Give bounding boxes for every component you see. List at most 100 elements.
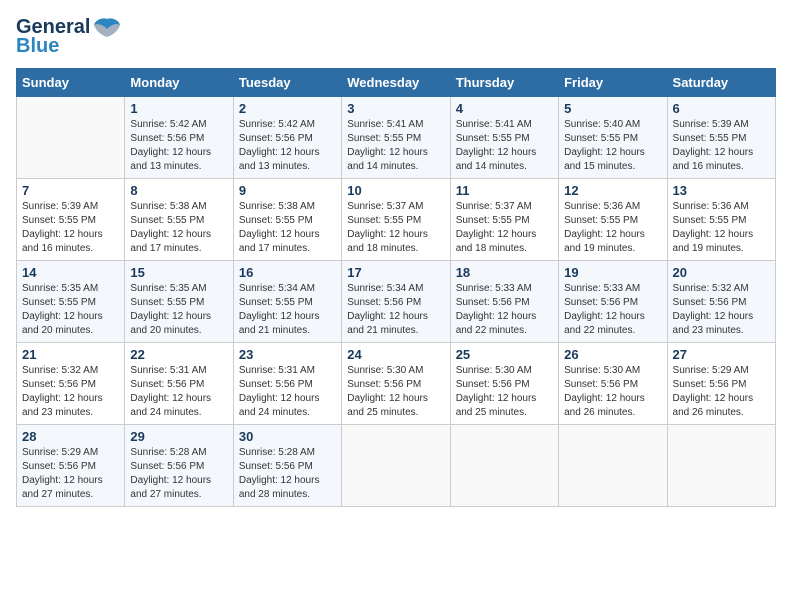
calendar-cell: 2 Sunrise: 5:42 AM Sunset: 5:56 PM Daylig… xyxy=(233,97,341,179)
week-row-1: 1 Sunrise: 5:42 AM Sunset: 5:56 PM Daylig… xyxy=(17,97,776,179)
day-number: 4 xyxy=(456,101,553,116)
calendar-cell: 20 Sunrise: 5:32 AM Sunset: 5:56 PM Dayli… xyxy=(667,261,775,343)
day-info: Sunrise: 5:32 AM Sunset: 5:56 PM Dayligh… xyxy=(673,282,770,338)
header: General Blue xyxy=(16,16,776,58)
day-number: 8 xyxy=(130,183,227,198)
calendar-cell: 7 Sunrise: 5:39 AM Sunset: 5:55 PM Daylig… xyxy=(17,179,125,261)
day-info: Sunrise: 5:39 AM Sunset: 5:55 PM Dayligh… xyxy=(22,200,119,256)
day-info: Sunrise: 5:28 AM Sunset: 5:56 PM Dayligh… xyxy=(239,446,336,502)
logo: General Blue xyxy=(16,16,121,58)
calendar-cell xyxy=(667,425,775,507)
calendar-cell: 1 Sunrise: 5:42 AM Sunset: 5:56 PM Daylig… xyxy=(125,97,233,179)
day-number: 21 xyxy=(22,347,119,362)
calendar-cell: 29 Sunrise: 5:28 AM Sunset: 5:56 PM Dayli… xyxy=(125,425,233,507)
logo-bird-icon xyxy=(93,17,121,39)
day-number: 10 xyxy=(347,183,444,198)
week-row-3: 14Sunrise: 5:35 AM Sunset: 5:55 PM Dayli… xyxy=(17,261,776,343)
day-number: 20 xyxy=(673,265,770,280)
calendar-cell: 19 Sunrise: 5:33 AM Sunset: 5:56 PM Dayli… xyxy=(559,261,667,343)
calendar-cell: 15 Sunrise: 5:35 AM Sunset: 5:55 PM Dayli… xyxy=(125,261,233,343)
week-row-5: 28Sunrise: 5:29 AM Sunset: 5:56 PM Dayli… xyxy=(17,425,776,507)
day-number: 2 xyxy=(239,101,336,116)
day-info: Sunrise: 5:30 AM Sunset: 5:56 PM Dayligh… xyxy=(564,364,661,420)
day-number: 30 xyxy=(239,429,336,444)
day-info: Sunrise: 5:36 AM Sunset: 5:55 PM Dayligh… xyxy=(564,200,661,256)
day-info: Sunrise: 5:30 AM Sunset: 5:56 PM Dayligh… xyxy=(347,364,444,420)
calendar-cell: 30 Sunrise: 5:28 AM Sunset: 5:56 PM Dayli… xyxy=(233,425,341,507)
day-info: Sunrise: 5:28 AM Sunset: 5:56 PM Dayligh… xyxy=(130,446,227,502)
day-info: Sunrise: 5:30 AM Sunset: 5:56 PM Dayligh… xyxy=(456,364,553,420)
logo-blue: Blue xyxy=(16,35,59,58)
column-header-thursday: Thursday xyxy=(450,69,558,97)
calendar-cell: 4Sunrise: 5:41 AM Sunset: 5:55 PM Daylig… xyxy=(450,97,558,179)
calendar-cell: 24 Sunrise: 5:30 AM Sunset: 5:56 PM Dayli… xyxy=(342,343,450,425)
calendar-cell: 17Sunrise: 5:34 AM Sunset: 5:56 PM Dayli… xyxy=(342,261,450,343)
calendar-table: SundayMondayTuesdayWednesdayThursdayFrid… xyxy=(16,68,776,507)
calendar-cell: 27 Sunrise: 5:29 AM Sunset: 5:56 PM Dayli… xyxy=(667,343,775,425)
day-number: 15 xyxy=(130,265,227,280)
day-number: 9 xyxy=(239,183,336,198)
day-number: 12 xyxy=(564,183,661,198)
day-number: 29 xyxy=(130,429,227,444)
calendar-cell: 12 Sunrise: 5:36 AM Sunset: 5:55 PM Dayli… xyxy=(559,179,667,261)
day-info: Sunrise: 5:36 AM Sunset: 5:55 PM Dayligh… xyxy=(673,200,770,256)
day-info: Sunrise: 5:33 AM Sunset: 5:56 PM Dayligh… xyxy=(564,282,661,338)
day-info: Sunrise: 5:37 AM Sunset: 5:55 PM Dayligh… xyxy=(456,200,553,256)
day-info: Sunrise: 5:35 AM Sunset: 5:55 PM Dayligh… xyxy=(22,282,119,338)
day-info: Sunrise: 5:42 AM Sunset: 5:56 PM Dayligh… xyxy=(130,118,227,174)
day-info: Sunrise: 5:31 AM Sunset: 5:56 PM Dayligh… xyxy=(130,364,227,420)
day-number: 22 xyxy=(130,347,227,362)
calendar-cell: 5Sunrise: 5:40 AM Sunset: 5:55 PM Daylig… xyxy=(559,97,667,179)
calendar-cell xyxy=(450,425,558,507)
calendar-cell: 8 Sunrise: 5:38 AM Sunset: 5:55 PM Daylig… xyxy=(125,179,233,261)
week-row-4: 21 Sunrise: 5:32 AM Sunset: 5:56 PM Dayli… xyxy=(17,343,776,425)
day-number: 3 xyxy=(347,101,444,116)
calendar-cell: 6 Sunrise: 5:39 AM Sunset: 5:55 PM Daylig… xyxy=(667,97,775,179)
column-header-friday: Friday xyxy=(559,69,667,97)
column-header-sunday: Sunday xyxy=(17,69,125,97)
column-header-monday: Monday xyxy=(125,69,233,97)
day-info: Sunrise: 5:35 AM Sunset: 5:55 PM Dayligh… xyxy=(130,282,227,338)
calendar-cell: 23 Sunrise: 5:31 AM Sunset: 5:56 PM Dayli… xyxy=(233,343,341,425)
calendar-body: 1 Sunrise: 5:42 AM Sunset: 5:56 PM Daylig… xyxy=(17,97,776,507)
day-info: Sunrise: 5:29 AM Sunset: 5:56 PM Dayligh… xyxy=(673,364,770,420)
day-number: 7 xyxy=(22,183,119,198)
day-number: 11 xyxy=(456,183,553,198)
week-row-2: 7 Sunrise: 5:39 AM Sunset: 5:55 PM Daylig… xyxy=(17,179,776,261)
calendar-cell: 13 Sunrise: 5:36 AM Sunset: 5:55 PM Dayli… xyxy=(667,179,775,261)
day-info: Sunrise: 5:32 AM Sunset: 5:56 PM Dayligh… xyxy=(22,364,119,420)
day-info: Sunrise: 5:34 AM Sunset: 5:56 PM Dayligh… xyxy=(347,282,444,338)
day-info: Sunrise: 5:39 AM Sunset: 5:55 PM Dayligh… xyxy=(673,118,770,174)
calendar-cell: 22 Sunrise: 5:31 AM Sunset: 5:56 PM Dayli… xyxy=(125,343,233,425)
day-number: 19 xyxy=(564,265,661,280)
day-info: Sunrise: 5:42 AM Sunset: 5:56 PM Dayligh… xyxy=(239,118,336,174)
day-info: Sunrise: 5:34 AM Sunset: 5:55 PM Dayligh… xyxy=(239,282,336,338)
day-number: 16 xyxy=(239,265,336,280)
calendar-cell: 16 Sunrise: 5:34 AM Sunset: 5:55 PM Dayli… xyxy=(233,261,341,343)
calendar-cell: 26 Sunrise: 5:30 AM Sunset: 5:56 PM Dayli… xyxy=(559,343,667,425)
calendar-cell: 28Sunrise: 5:29 AM Sunset: 5:56 PM Dayli… xyxy=(17,425,125,507)
day-number: 23 xyxy=(239,347,336,362)
day-info: Sunrise: 5:37 AM Sunset: 5:55 PM Dayligh… xyxy=(347,200,444,256)
calendar-cell: 9Sunrise: 5:38 AM Sunset: 5:55 PM Daylig… xyxy=(233,179,341,261)
day-info: Sunrise: 5:31 AM Sunset: 5:56 PM Dayligh… xyxy=(239,364,336,420)
day-number: 26 xyxy=(564,347,661,362)
day-info: Sunrise: 5:40 AM Sunset: 5:55 PM Dayligh… xyxy=(564,118,661,174)
day-number: 6 xyxy=(673,101,770,116)
day-number: 1 xyxy=(130,101,227,116)
column-header-tuesday: Tuesday xyxy=(233,69,341,97)
day-info: Sunrise: 5:41 AM Sunset: 5:55 PM Dayligh… xyxy=(347,118,444,174)
calendar-cell: 14Sunrise: 5:35 AM Sunset: 5:55 PM Dayli… xyxy=(17,261,125,343)
day-number: 27 xyxy=(673,347,770,362)
day-number: 24 xyxy=(347,347,444,362)
calendar-cell: 10 Sunrise: 5:37 AM Sunset: 5:55 PM Dayli… xyxy=(342,179,450,261)
day-info: Sunrise: 5:38 AM Sunset: 5:55 PM Dayligh… xyxy=(130,200,227,256)
day-number: 13 xyxy=(673,183,770,198)
day-number: 18 xyxy=(456,265,553,280)
calendar-cell: 11 Sunrise: 5:37 AM Sunset: 5:55 PM Dayli… xyxy=(450,179,558,261)
calendar-cell: 18Sunrise: 5:33 AM Sunset: 5:56 PM Dayli… xyxy=(450,261,558,343)
calendar-cell: 3 Sunrise: 5:41 AM Sunset: 5:55 PM Daylig… xyxy=(342,97,450,179)
day-number: 28 xyxy=(22,429,119,444)
calendar-cell xyxy=(342,425,450,507)
day-number: 25 xyxy=(456,347,553,362)
